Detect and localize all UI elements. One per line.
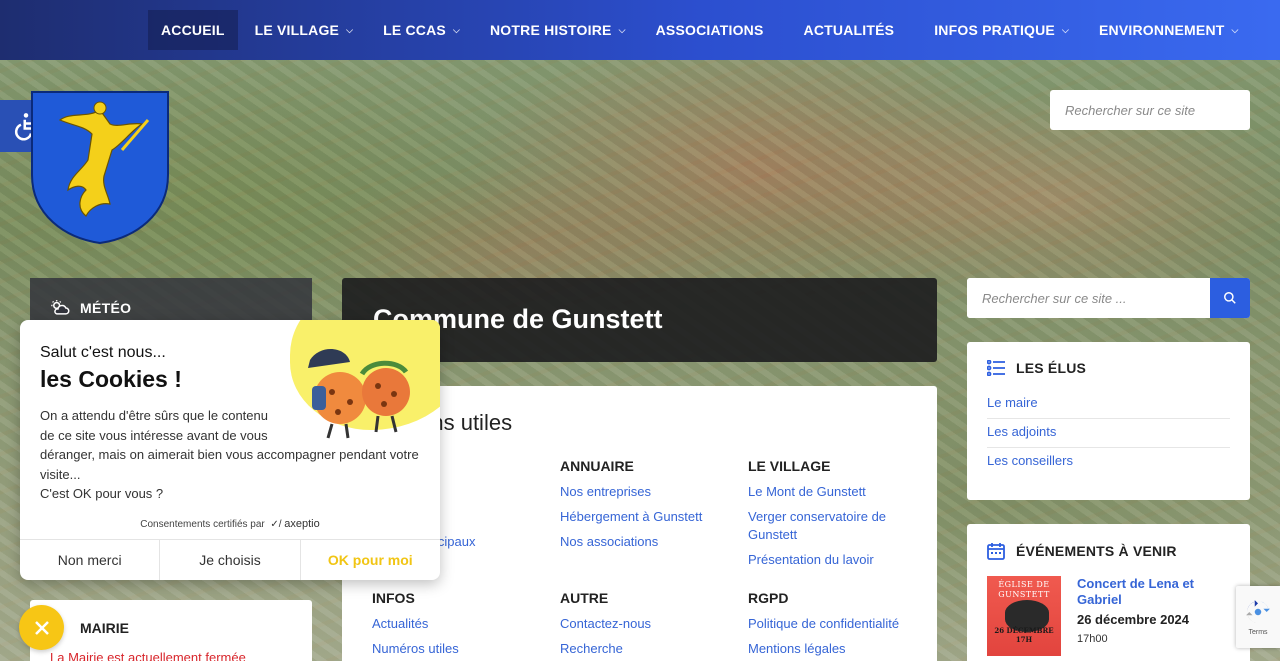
cookie-message-line-3: C'est OK pour vous ? — [40, 486, 164, 501]
event-thumbnail-caption-top: ÉGLISE DE GUNSTETT — [998, 580, 1050, 599]
link-numeros-utiles[interactable]: Numéros utiles — [372, 640, 560, 658]
recaptcha-badge[interactable]: Terms — [1236, 586, 1280, 648]
cookie-certified-brand: axeptio — [284, 518, 320, 530]
link-recherche[interactable]: Recherche — [560, 640, 748, 658]
list-item-les-conseillers[interactable]: Les conseillers — [987, 448, 1230, 476]
cookie-consent-dialog: Salut c'est nous... les Cookies ! On a a… — [20, 320, 440, 580]
nav-item-notre-histoire[interactable]: NOTRE HISTOIRE ⌵ — [477, 10, 639, 50]
chevron-down-icon: ⌵ — [346, 24, 354, 35]
event-date: 26 décembre 2024 — [1076, 612, 1190, 627]
cookie-heading: les Cookies ! — [40, 366, 182, 392]
links-column-heading: AUTRE — [560, 590, 609, 606]
nav-label: INFOS PRATIQUE — [934, 22, 1055, 38]
cookie-certified-by: Consentements certifiés par ✓/ axeptio — [20, 518, 440, 530]
link-mont-de-gunstett[interactable]: Le Mont de Gunstett — [748, 483, 936, 501]
link-nos-entreprises[interactable]: Nos entreprises — [560, 483, 748, 501]
event-time: 17h00 — [1076, 633, 1108, 645]
meteo-title: MÉTÉO — [80, 300, 132, 316]
axeptio-logo-icon: ✓/ — [267, 519, 282, 530]
nav-label: LE CCAS — [383, 22, 446, 38]
sidebar-search — [967, 278, 1250, 318]
nav-label: ACTUALITÉS — [803, 22, 895, 38]
chevron-down-icon: ⌵ — [618, 24, 626, 35]
nav-item-accueil[interactable]: ACCUEIL — [148, 10, 238, 50]
cookie-message-line-2: déranger, mais on aimerait bien vous acc… — [40, 447, 419, 482]
close-icon — [34, 620, 49, 635]
useful-links-row-1: …icipaux ANNUAIRE Nos entreprises Héberg… — [372, 458, 907, 576]
links-column-annuaire: ANNUAIRE Nos entreprises Hébergement à G… — [560, 458, 748, 576]
search-icon — [1224, 292, 1236, 304]
cookie-reject-button[interactable]: Non merci — [20, 540, 161, 580]
cookie-message: On a attendu d'être sûrs que le contenu … — [40, 406, 425, 504]
nav-item-associations[interactable]: ASSOCIATIONS — [643, 10, 777, 50]
event-thumbnail-caption-bottom: 26 DÉCEMBRE 17H — [994, 626, 1054, 644]
nav-label: ACCUEIL — [161, 22, 225, 38]
elected-officials-card: LES ÉLUS Le maire Les adjoints Les conse… — [967, 342, 1250, 500]
link-verger-conservatoire[interactable]: Verger conservatoire de Gunstett — [748, 508, 936, 544]
link-hebergement[interactable]: Hébergement à Gunstett — [560, 508, 748, 526]
sidebar-search-input[interactable] — [967, 278, 1210, 318]
links-column-autre: AUTRE Contactez-nous Recherche — [560, 590, 748, 661]
event-item[interactable]: ÉGLISE DE GUNSTETT 26 DÉCEMBRE 17H Conce… — [987, 576, 1230, 656]
elected-officials-list: Le maire Les adjoints Les conseillers — [987, 390, 1230, 476]
links-column-rgpd: RGPD Politique de confidentialité Mentio… — [748, 590, 936, 661]
upcoming-events-card: ÉVÉNEMENTS À VENIR ÉGLISE DE GUNSTETT 26… — [967, 524, 1250, 661]
elected-officials-title: LES ÉLUS — [987, 360, 1230, 376]
useful-links-row-2: INFOS Actualités Numéros utiles AUTRE Co… — [372, 590, 907, 661]
header-search — [1050, 90, 1250, 130]
cookie-message-line-1: On a attendu d'être sûrs que le contenu … — [40, 408, 268, 443]
link-nos-associations[interactable]: Nos associations — [560, 533, 748, 551]
mairie-widget: MAIRIE La Mairie est actuellement fermée — [30, 600, 312, 661]
nav-label: LE VILLAGE — [254, 22, 340, 38]
nav-item-le-ccas[interactable]: LE CCAS ⌵ — [370, 10, 473, 50]
upcoming-events-title-text: ÉVÉNEMENTS À VENIR — [1016, 543, 1177, 559]
recaptcha-logo-icon — [1246, 599, 1270, 623]
list-item-le-maire[interactable]: Le maire — [987, 390, 1230, 419]
nav-label: ENVIRONNEMENT — [1099, 22, 1225, 38]
mairie-title: MAIRIE — [80, 620, 129, 636]
links-column-heading: LE VILLAGE — [748, 458, 831, 474]
event-thumbnail[interactable]: ÉGLISE DE GUNSTETT 26 DÉCEMBRE 17H — [987, 576, 1061, 656]
links-column-heading: ANNUAIRE — [560, 458, 634, 474]
calendar-icon — [987, 543, 1005, 560]
cookie-greeting: Salut c'est nous... — [40, 344, 166, 361]
nav-item-le-village[interactable]: LE VILLAGE ⌵ — [242, 10, 366, 50]
recaptcha-terms[interactable]: Terms — [1248, 629, 1267, 636]
link-politique-confidentialite[interactable]: Politique de confidentialité — [748, 615, 936, 633]
link-presentation-lavoir[interactable]: Présentation du lavoir — [748, 551, 936, 569]
list-icon — [987, 360, 1005, 376]
nav-item-environnement[interactable]: ENVIRONNEMENT ⌵ — [1086, 10, 1252, 50]
sidebar-search-button[interactable] — [1210, 278, 1250, 318]
chevron-down-icon: ⌵ — [1231, 24, 1239, 35]
link-contactez-nous[interactable]: Contactez-nous — [560, 615, 748, 633]
chevron-down-icon: ⌵ — [1061, 24, 1070, 35]
nav-item-actualites[interactable]: ACTUALITÉS — [791, 10, 908, 50]
list-item-les-adjoints[interactable]: Les adjoints — [987, 419, 1230, 448]
main-navigation: ACCUEIL LE VILLAGE ⌵ LE CCAS ⌵ NOTRE HISTO… — [0, 0, 1280, 60]
cookie-accept-button[interactable]: OK pour moi — [301, 540, 440, 580]
links-column-infos: INFOS Actualités Numéros utiles — [372, 590, 560, 661]
header-search-input[interactable] — [1050, 90, 1250, 130]
links-column-heading: RGPD — [748, 590, 789, 606]
links-column-heading: INFOS — [372, 590, 415, 606]
nav-item-infos-pratique[interactable]: INFOS PRATIQUE ⌵ — [921, 10, 1082, 50]
cookie-certified-text: Consentements certifiés par — [140, 519, 265, 530]
nav-label: ASSOCIATIONS — [655, 22, 764, 38]
mairie-status: La Mairie est actuellement fermée — [50, 650, 246, 661]
cookie-close-button[interactable] — [19, 605, 64, 650]
cookie-buttons: Non merci Je choisis OK pour moi — [20, 539, 440, 580]
link-actualites[interactable]: Actualités — [372, 615, 560, 633]
weather-cloud-sun-icon — [51, 300, 70, 315]
link-mentions-legales[interactable]: Mentions légales — [748, 640, 936, 658]
event-name[interactable]: Concert de Lena et Gabriel — [1077, 576, 1230, 608]
coat-of-arms-icon[interactable] — [30, 90, 170, 245]
chevron-down-icon: ⌵ — [452, 24, 460, 35]
useful-links-title: Liens utiles — [402, 410, 513, 435]
nav-label: NOTRE HISTOIRE — [490, 22, 612, 38]
cookie-choose-button[interactable]: Je choisis — [160, 540, 301, 580]
upcoming-events-title: ÉVÉNEMENTS À VENIR — [987, 542, 1230, 560]
event-info: Concert de Lena et Gabriel 26 décembre 2… — [1077, 576, 1230, 656]
links-column-le-village: LE VILLAGE Le Mont de Gunstett Verger co… — [748, 458, 936, 576]
elected-officials-title-text: LES ÉLUS — [1016, 360, 1087, 376]
